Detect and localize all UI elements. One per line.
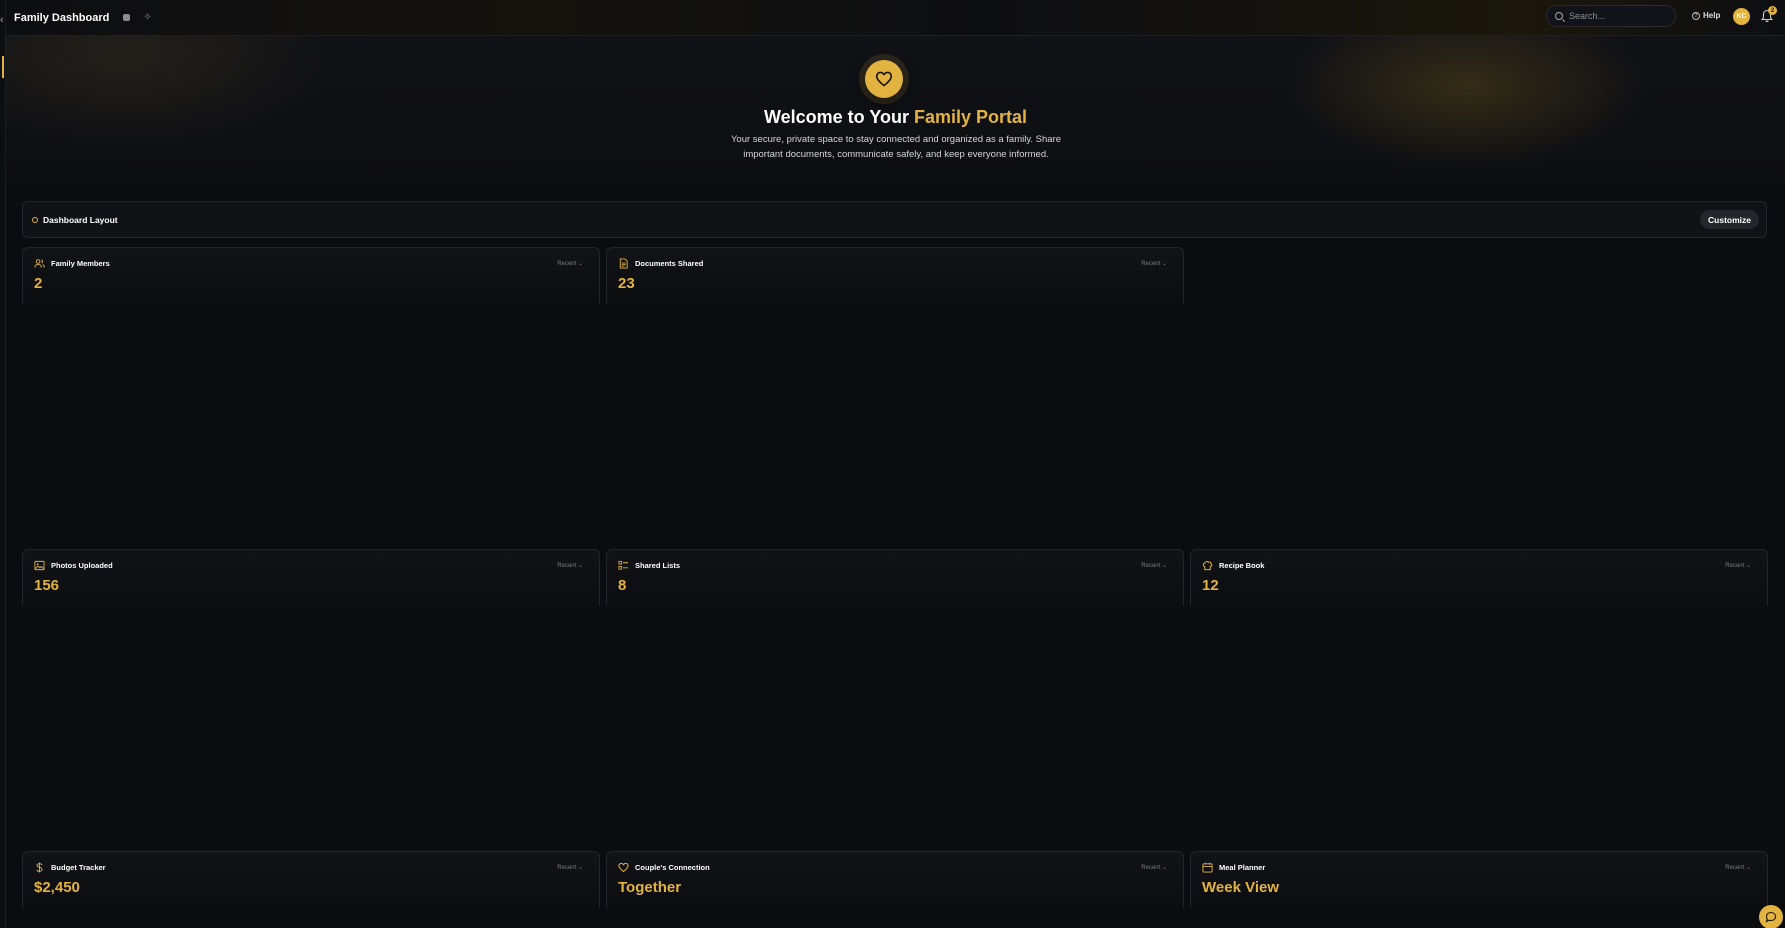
avatar[interactable]: KC xyxy=(1733,8,1750,25)
filter-dropdown[interactable]: Recent ⌄ xyxy=(1725,562,1751,569)
card-value: Week View xyxy=(1202,879,1279,896)
card-title: Photos Uploaded xyxy=(51,561,113,570)
hero-title-accent: Family Portal xyxy=(913,107,1028,127)
sparkle-icon[interactable]: ✧ xyxy=(143,12,151,23)
filter-dropdown[interactable]: Recent ⌄ xyxy=(1725,864,1751,871)
heart-logo-icon xyxy=(865,60,903,98)
notification-button[interactable]: 2 xyxy=(1761,6,1777,23)
layout-label: Dashboard Layout xyxy=(43,214,118,225)
card-photos-uploaded[interactable]: Photos Uploaded Recent ⌄ 156 xyxy=(22,549,600,606)
search-icon xyxy=(1555,12,1563,20)
filter-dropdown[interactable]: Recent ⌄ xyxy=(1141,260,1167,267)
card-title: Couple's Connection xyxy=(635,863,710,872)
filter-label: Recent xyxy=(557,865,577,871)
card-value: Together xyxy=(618,879,682,896)
card-title: Recipe Book xyxy=(1219,561,1265,570)
help-icon: ? xyxy=(1692,11,1700,20)
calendar-icon xyxy=(1202,862,1213,873)
welcome-hero: Welcome to Your Family Portal Your secur… xyxy=(6,36,1785,185)
notification-badge: 2 xyxy=(1768,6,1777,15)
card-title: Budget Tracker xyxy=(51,863,106,872)
active-nav-marker xyxy=(2,56,4,78)
help-label: Help xyxy=(1703,11,1721,20)
app-title: Family Dashboard xyxy=(14,11,110,24)
chat-bubble-icon xyxy=(1765,911,1777,923)
list-icon xyxy=(618,560,629,570)
card-value: 156 xyxy=(34,577,60,594)
users-icon xyxy=(34,259,45,268)
card-value: 12 xyxy=(1202,577,1219,594)
status-dot-icon[interactable] xyxy=(123,14,131,21)
chat-button[interactable] xyxy=(1759,905,1783,928)
dashboard-layout-bar: Dashboard Layout Customize xyxy=(22,201,1767,238)
filter-label: Recent xyxy=(1725,865,1745,871)
collapse-chevron-icon[interactable]: ‹ xyxy=(0,14,4,26)
filter-label: Recent xyxy=(1141,865,1161,871)
card-couples-connection[interactable]: Couple's Connection Recent ⌄ Together xyxy=(606,851,1184,908)
filter-dropdown[interactable]: Recent ⌄ xyxy=(557,260,583,267)
customize-button[interactable]: Customize xyxy=(1700,210,1759,229)
card-shared-lists[interactable]: Shared Lists Recent ⌄ 8 xyxy=(606,549,1184,606)
image-icon xyxy=(34,560,45,571)
hero-title-prefix: Welcome to Your xyxy=(763,107,914,127)
card-value: 8 xyxy=(618,577,627,594)
layout-icon xyxy=(32,216,38,223)
card-title: Documents Shared xyxy=(635,259,704,268)
card-recipe-book[interactable]: Recipe Book Recent ⌄ 12 xyxy=(1190,549,1768,606)
filter-dropdown[interactable]: Recent ⌄ xyxy=(557,864,583,871)
card-family-members[interactable]: Family Members Recent ⌄ 2 xyxy=(22,247,600,304)
card-value: 23 xyxy=(618,275,635,292)
card-meal-planner[interactable]: Meal Planner Recent ⌄ Week View xyxy=(1190,851,1768,908)
chef-hat-icon xyxy=(1202,561,1213,571)
filter-label: Recent xyxy=(1141,563,1161,569)
card-title: Shared Lists xyxy=(635,561,681,570)
card-value: $2,450 xyxy=(34,879,80,896)
document-icon xyxy=(619,258,628,269)
card-title: Family Members xyxy=(51,259,110,268)
search-box[interactable] xyxy=(1546,5,1676,27)
card-budget-tracker[interactable]: Budget Tracker Recent ⌄ $2,450 xyxy=(22,851,600,908)
filter-dropdown[interactable]: Recent ⌄ xyxy=(557,562,583,569)
dollar-icon xyxy=(36,862,43,873)
filter-label: Recent xyxy=(1725,563,1745,569)
card-value: 2 xyxy=(34,275,43,292)
help-button[interactable]: ? Help xyxy=(1692,11,1720,20)
filter-dropdown[interactable]: Recent ⌄ xyxy=(1141,864,1167,871)
filter-dropdown[interactable]: Recent ⌄ xyxy=(1141,562,1167,569)
card-documents-shared[interactable]: Documents Shared Recent ⌄ 23 xyxy=(606,247,1184,304)
top-bar: Family Dashboard ✧ xyxy=(6,0,1785,36)
filter-label: Recent xyxy=(557,563,577,569)
heart-icon xyxy=(618,862,629,873)
filter-label: Recent xyxy=(557,261,577,267)
hero-subtitle: Your secure, private space to stay conne… xyxy=(730,134,1062,160)
card-title: Meal Planner xyxy=(1219,863,1266,872)
filter-label: Recent xyxy=(1141,261,1161,267)
search-input[interactable] xyxy=(1569,11,1669,21)
hero-title: Welcome to Your Family Portal xyxy=(6,107,1785,128)
